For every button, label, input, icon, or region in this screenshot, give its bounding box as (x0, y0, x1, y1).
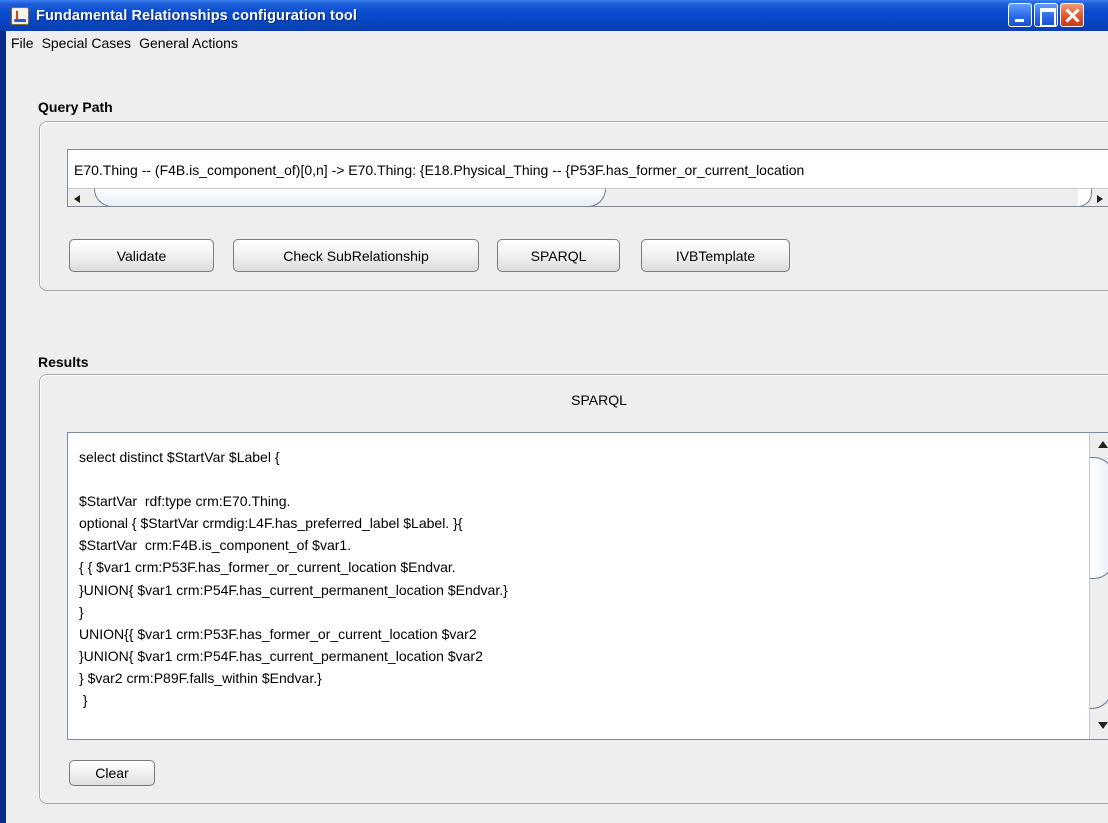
query-path-horizontal-scrollbar[interactable] (68, 188, 1108, 206)
validate-button[interactable]: Validate (69, 239, 214, 272)
query-path-text[interactable]: E70.Thing -- (F4B.is_component_of)[0,n] … (74, 162, 804, 178)
scroll-left-arrow-icon[interactable] (74, 195, 80, 203)
check-subrelationship-button[interactable]: Check SubRelationship (233, 239, 479, 272)
results-title: Results (38, 354, 89, 370)
ivbtemplate-button[interactable]: IVBTemplate (641, 239, 790, 272)
window-title: Fundamental Relationships configuration … (36, 7, 357, 24)
scroll-up-arrow-icon[interactable] (1098, 441, 1108, 448)
minimize-button[interactable] (1008, 3, 1032, 27)
results-text-area[interactable]: select distinct $StartVar $Label { $Star… (67, 432, 1108, 740)
horizontal-scroll-thumb[interactable] (94, 189, 606, 206)
close-button[interactable] (1060, 3, 1084, 27)
results-heading: SPARQL (571, 392, 627, 408)
menu-general-actions[interactable]: General Actions (135, 35, 242, 51)
horizontal-scroll-track-end (1078, 189, 1092, 206)
scroll-right-arrow-icon[interactable] (1097, 195, 1103, 203)
clear-button[interactable]: Clear (69, 760, 155, 786)
menu-file[interactable]: File (7, 35, 38, 51)
title-bar[interactable]: Fundamental Relationships configuration … (0, 0, 1108, 31)
vertical-scroll-track (1090, 581, 1108, 709)
java-app-icon[interactable] (11, 6, 29, 25)
results-vertical-scrollbar[interactable] (1089, 433, 1108, 739)
menu-special-cases[interactable]: Special Cases (38, 35, 136, 51)
query-path-field[interactable]: E70.Thing -- (F4B.is_component_of)[0,n] … (67, 149, 1108, 207)
app-window: Fundamental Relationships configuration … (0, 0, 1108, 823)
sparql-query-text[interactable]: select distinct $StartVar $Label { $Star… (79, 446, 508, 711)
sparql-button[interactable]: SPARQL (497, 239, 620, 272)
query-path-title: Query Path (38, 99, 113, 115)
maximize-button[interactable] (1034, 3, 1058, 27)
vertical-scroll-thumb[interactable] (1090, 457, 1108, 579)
scroll-down-arrow-icon[interactable] (1098, 722, 1108, 729)
menu-bar: File Special Cases General Actions (6, 31, 1108, 54)
